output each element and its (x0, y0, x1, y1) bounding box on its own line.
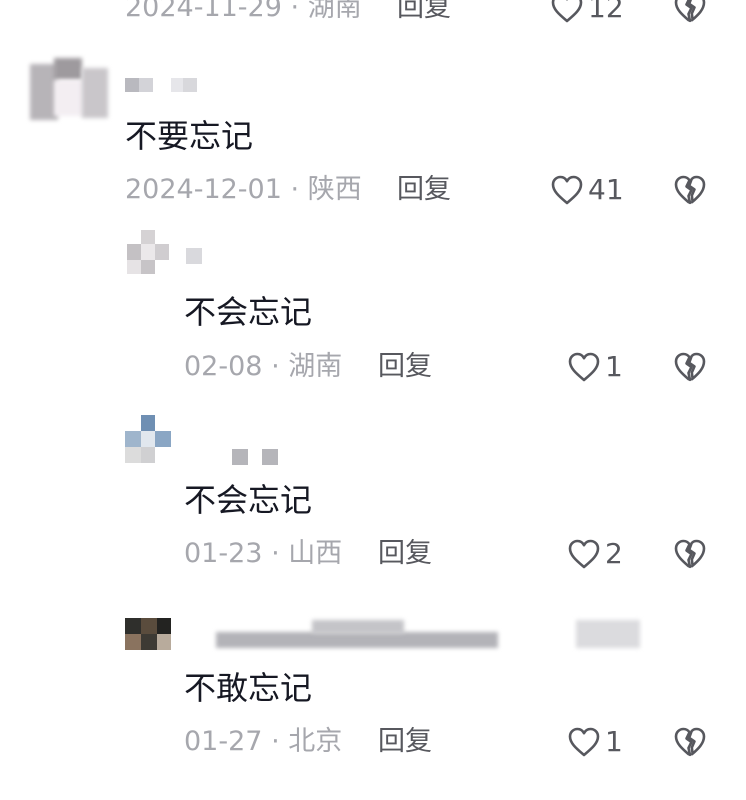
comment-text: 不要忘记 (125, 117, 254, 155)
meta-separator: · (271, 726, 280, 757)
comment-date: 01-23 (184, 538, 263, 569)
comment-date: 2024-11-29 (125, 0, 282, 23)
comment-date: 01-27 (184, 726, 263, 757)
reply-button[interactable]: 回复 (397, 0, 451, 26)
comment-date: 02-08 (184, 351, 263, 382)
like-count: 12 (588, 0, 624, 24)
reply-button[interactable]: 回复 (378, 349, 432, 385)
like-button[interactable]: 41 (550, 172, 624, 208)
comment-location: 湖南 (307, 0, 362, 23)
like-count: 41 (588, 173, 624, 206)
broken-heart-icon (674, 539, 706, 569)
username[interactable] (232, 449, 282, 465)
meta-separator: · (290, 174, 300, 205)
reply-button[interactable]: 回复 (397, 172, 451, 208)
like-button[interactable]: 1 (567, 349, 623, 385)
comment-meta: 02-08 · 湖南 (184, 349, 342, 385)
username[interactable] (125, 78, 205, 94)
dislike-button[interactable] (672, 0, 708, 26)
comment-location: 北京 (288, 726, 343, 757)
comment-meta: 2024-12-01 · 陕西 (125, 172, 362, 208)
reply-button[interactable]: 回复 (378, 536, 432, 572)
heart-outline-icon (568, 352, 600, 382)
heart-outline-icon (568, 727, 600, 757)
avatar[interactable] (125, 618, 173, 652)
like-button[interactable]: 1 (567, 724, 623, 760)
like-button[interactable]: 12 (550, 0, 624, 26)
avatar[interactable] (30, 58, 110, 128)
meta-separator: · (271, 351, 280, 382)
reply-button[interactable]: 回复 (378, 724, 432, 760)
username[interactable] (216, 618, 666, 658)
comment-location: 陕西 (307, 174, 362, 205)
comment-text: 不会忘记 (184, 481, 313, 519)
broken-heart-icon (674, 175, 706, 205)
dislike-button[interactable] (672, 724, 708, 760)
avatar[interactable] (125, 230, 175, 278)
comment-meta: 01-27 · 北京 (184, 724, 342, 760)
heart-outline-icon (551, 0, 583, 23)
dislike-button[interactable] (672, 536, 708, 572)
meta-separator: · (271, 538, 280, 569)
broken-heart-icon (674, 0, 706, 23)
comment-location: 山西 (288, 538, 343, 569)
dislike-button[interactable] (672, 349, 708, 385)
comment-text: 不敢忘记 (184, 669, 313, 707)
broken-heart-icon (674, 352, 706, 382)
like-count: 1 (605, 350, 623, 383)
like-button[interactable]: 2 (567, 536, 623, 572)
avatar[interactable] (125, 415, 175, 465)
comment-text: 不会忘记 (184, 293, 313, 331)
broken-heart-icon (674, 727, 706, 757)
username[interactable] (186, 248, 206, 264)
heart-outline-icon (568, 539, 600, 569)
dislike-button[interactable] (672, 172, 708, 208)
heart-outline-icon (551, 175, 583, 205)
comment-date: 2024-12-01 (125, 174, 282, 205)
comment-location: 湖南 (288, 351, 343, 382)
comment-meta: 2024-11-29 · 湖南 (125, 0, 362, 26)
comment-meta: 01-23 · 山西 (184, 536, 342, 572)
meta-separator: · (290, 0, 300, 23)
like-count: 1 (605, 725, 623, 758)
like-count: 2 (605, 537, 623, 570)
